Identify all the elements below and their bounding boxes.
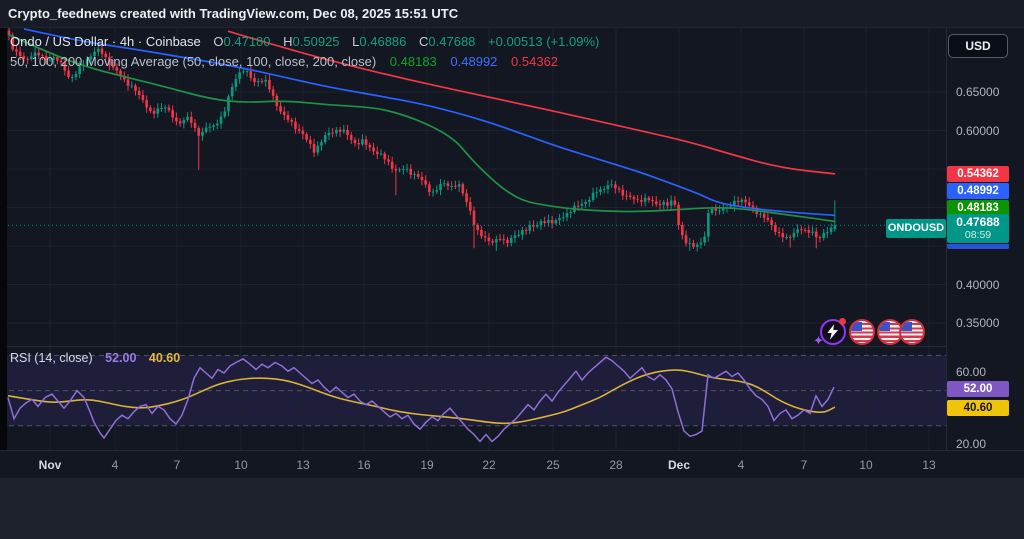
ma-legend: 50, 100, 200 Moving Average (50, close, … [10, 54, 558, 69]
sparkle-icon [813, 334, 824, 347]
open-value: 0.47180 [223, 34, 271, 49]
last-price-badge: 0.47688 08:59 [947, 214, 1009, 243]
time-tick-label: 4 [737, 458, 745, 472]
time-tick-label: 25 [546, 458, 560, 472]
currency-toggle-button[interactable]: USD [948, 34, 1008, 58]
time-tick-label: Dec [667, 458, 690, 472]
ma100-value: 0.48992 [450, 54, 498, 69]
flag-canton [851, 322, 862, 331]
close-label: C [419, 34, 429, 49]
ma200-price-badge: 0.54362 [947, 166, 1009, 182]
symbol-legend: Ondo / US Dollar · 4h · Coinbase O0.4718… [10, 34, 599, 49]
price-tick-label: 0.40000 [956, 277, 1000, 292]
ma50-value: 0.48183 [389, 54, 437, 69]
tradingview-chart-window: Crypto_feednews created with TradingView… [0, 0, 1024, 539]
close-value: 0.47688 [428, 34, 476, 49]
watermark-text: Crypto_feednews created with TradingView… [8, 6, 459, 21]
clipped-price-badge [947, 244, 1009, 249]
price-gridlines [0, 28, 946, 346]
rsi-value-badge: 52.00 [947, 381, 1009, 397]
time-tick-label: 10 [859, 458, 873, 472]
time-tick-label: 13 [922, 458, 936, 472]
us-flag-reaction-icon[interactable] [849, 319, 875, 345]
notification-dot [839, 318, 846, 325]
time-tick-label: 10 [234, 458, 248, 472]
high-value: 0.50925 [292, 34, 340, 49]
pane-divider [0, 346, 946, 347]
lightning-bolt-icon [827, 324, 838, 340]
bar-countdown: 08:59 [964, 229, 992, 241]
open-label: O [213, 34, 224, 49]
ma200-value: 0.54362 [511, 54, 559, 69]
time-tick-label: 28 [609, 458, 623, 472]
price-tick-label: 60.00 [956, 365, 987, 379]
last-price-value: 0.47688 [956, 215, 1000, 229]
rsi-legend: RSI (14, close) 52.00 40.60 [10, 351, 180, 365]
price-tick-label: 0.60000 [956, 123, 1000, 138]
time-tick-label: 16 [357, 458, 371, 472]
us-flag-reaction-icon[interactable] [899, 319, 925, 345]
change-value: +0.00513 (+1.09%) [488, 34, 600, 49]
time-tick-label: 22 [482, 458, 496, 472]
price-tick-label: 0.65000 [956, 85, 1000, 99]
footer-bar: TradingView [0, 478, 1024, 539]
rsi-title: RSI (14, close) [10, 351, 93, 365]
time-tick-label: 7 [173, 458, 181, 472]
symbol-title: Ondo / US Dollar · 4h · Coinbase [10, 34, 201, 49]
boost-lightning-icon[interactable] [820, 318, 846, 345]
watermark-bar: Crypto_feednews created with TradingView… [0, 0, 1024, 28]
time-tick-label: 19 [420, 458, 434, 472]
time-tick-label: 4 [111, 458, 119, 472]
ma-title: 50, 100, 200 Moving Average (50, close, … [10, 54, 377, 69]
high-label: H [283, 34, 293, 49]
price-tick-label: 0.35000 [956, 316, 1000, 330]
price-chart-canvas [0, 28, 946, 346]
flag-canton [879, 322, 890, 331]
time-tick-label: 7 [800, 458, 808, 472]
symbol-price-label: ONDOUSD [886, 219, 946, 238]
rsi-value: 52.00 [105, 351, 137, 365]
flag-canton [901, 322, 912, 331]
low-value: 0.46886 [359, 34, 407, 49]
left-edge-mask [0, 28, 7, 450]
rsi-ma-value: 40.60 [148, 351, 181, 365]
time-axis[interactable]: Nov 4 7 10 13 16 19 22 25 28 Dec 4 7 10 13 [0, 450, 1024, 478]
ma100-price-badge: 0.48992 [947, 183, 1009, 199]
time-tick-label: 13 [296, 458, 310, 472]
price-chart-pane[interactable] [0, 28, 946, 346]
rsi-ma-value-badge: 40.60 [947, 400, 1009, 416]
time-tick-label: Nov [38, 458, 62, 472]
